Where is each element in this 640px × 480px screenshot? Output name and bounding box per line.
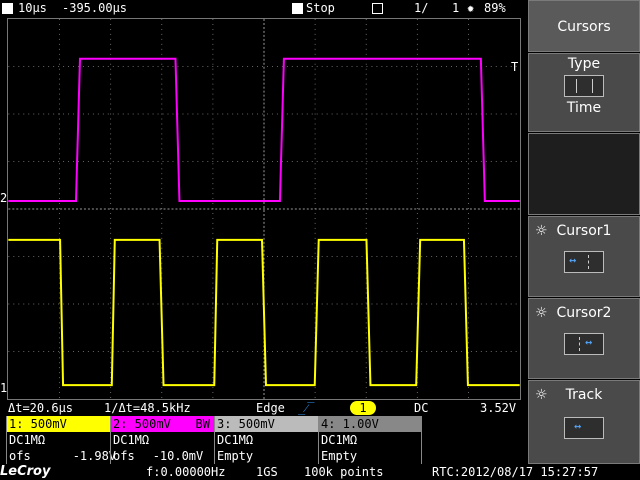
channel3-settings[interactable]: 3: 500mV DC1MΩ Empty — [214, 416, 318, 464]
channel1-scale: 1: 500mV — [7, 416, 110, 432]
time-cursor-icon — [564, 75, 604, 97]
knob-icon: ☼ — [535, 387, 548, 403]
trigger-type[interactable]: Edge — [256, 400, 285, 416]
channel3-status: Empty — [217, 449, 254, 463]
trigger-coupling: DC — [414, 401, 429, 415]
delay-value[interactable]: -395.00µs — [62, 0, 127, 16]
channel1-trace — [8, 238, 520, 387]
track-label: ☼ Track — [535, 387, 603, 403]
track-menu-button[interactable]: ☼ Track ↔ — [528, 380, 640, 464]
run-state[interactable]: Stop — [292, 0, 335, 16]
page-number: 1 — [452, 1, 460, 15]
inverse-delta-t: 1/Δt=48.5kHz — [104, 401, 191, 415]
channel2-marker[interactable]: 2 — [0, 191, 7, 205]
trigger-level: 3.52V — [480, 401, 517, 415]
track-arrows-icon: ↔ — [564, 417, 604, 439]
channel3-scale: 3: 500mV — [215, 416, 318, 432]
brightness-icon: ✹ — [467, 1, 475, 15]
measurement-bar: Δt=20.6µs 1/Δt=48.5kHz Edge _⁄‾ 1 DC 3.5… — [0, 400, 527, 416]
run-state-label: Stop — [306, 1, 335, 15]
channel2-settings[interactable]: 2: 500mV BW DC1MΩ ofs -10.0mV — [110, 416, 214, 464]
status-bar: 10µs -395.00µs Stop 1/ 1 ✹ 89% — [0, 0, 527, 16]
trigger-level-marker[interactable]: T — [511, 60, 518, 74]
real-time-clock: RTC:2012/08/17 15:27:57 — [432, 465, 599, 479]
cursor1-menu-button[interactable]: ☼ Cursor1 ↔ — [528, 216, 640, 297]
channel2-coupling: DC1MΩ — [113, 433, 150, 447]
channel4-status: Empty — [321, 449, 358, 463]
stop-icon — [292, 3, 303, 14]
channel1-coupling: DC1MΩ — [9, 433, 46, 447]
knob-icon: ☼ — [535, 305, 548, 321]
channel4-scale: 4: 1.00V — [319, 416, 421, 432]
timebase-value[interactable]: 10µs — [18, 0, 47, 16]
knob-icon: ☼ — [535, 223, 548, 239]
delta-t: Δt=20.6µs — [8, 401, 74, 415]
brand-logo: LeCroy — [0, 464, 51, 479]
waveform-display[interactable] — [7, 18, 521, 400]
cursor2-menu-button[interactable]: ☼ Cursor2 ↔ — [528, 298, 640, 379]
footer-bar: LeCroy f:0.00000Hz 1GS 100k points RTC:2… — [0, 464, 640, 480]
page-indicator: 1/ — [414, 1, 429, 15]
cursor2-arrows-icon: ↔ — [564, 333, 604, 355]
record-length: 100k points — [304, 465, 384, 479]
frequency-counter: f:0.00000Hz — [146, 465, 226, 479]
type-menu-button[interactable]: Type Time — [528, 53, 640, 132]
rising-edge-icon: _⁄‾ — [298, 401, 315, 415]
channel2-scale: 2: 500mV BW — [111, 416, 214, 432]
cursor1-arrows-icon: ↔ — [564, 251, 604, 273]
channel2-offset: ofs -10.0mV — [113, 449, 204, 463]
menu-title-panel: Cursors — [528, 0, 640, 52]
channel4-settings[interactable]: 4: 1.00V DC1MΩ Empty — [318, 416, 422, 464]
battery-level: 89% — [484, 1, 506, 15]
clipboard-icon[interactable] — [372, 0, 386, 16]
empty-menu-slot — [528, 133, 640, 215]
channel4-coupling: DC1MΩ — [321, 433, 358, 447]
channel1-marker[interactable]: 1 — [0, 381, 7, 395]
channel1-settings[interactable]: 1: 500mV DC1MΩ ofs -1.98V — [6, 416, 117, 464]
channel3-coupling: DC1MΩ — [217, 433, 254, 447]
type-label: Type — [567, 56, 601, 72]
channel1-offset: ofs -1.98V — [9, 449, 117, 463]
trigger-source[interactable]: 1 — [350, 401, 376, 415]
cursor1-label: ☼ Cursor1 — [535, 223, 612, 239]
sample-rate: 1GS — [256, 465, 278, 479]
timebase-box-icon — [2, 0, 16, 16]
bandwidth-limit-badge: BW — [195, 417, 210, 431]
type-value: Time — [566, 100, 602, 116]
menu-title: Cursors — [557, 19, 611, 35]
cursor2-label: ☼ Cursor2 — [535, 305, 612, 321]
